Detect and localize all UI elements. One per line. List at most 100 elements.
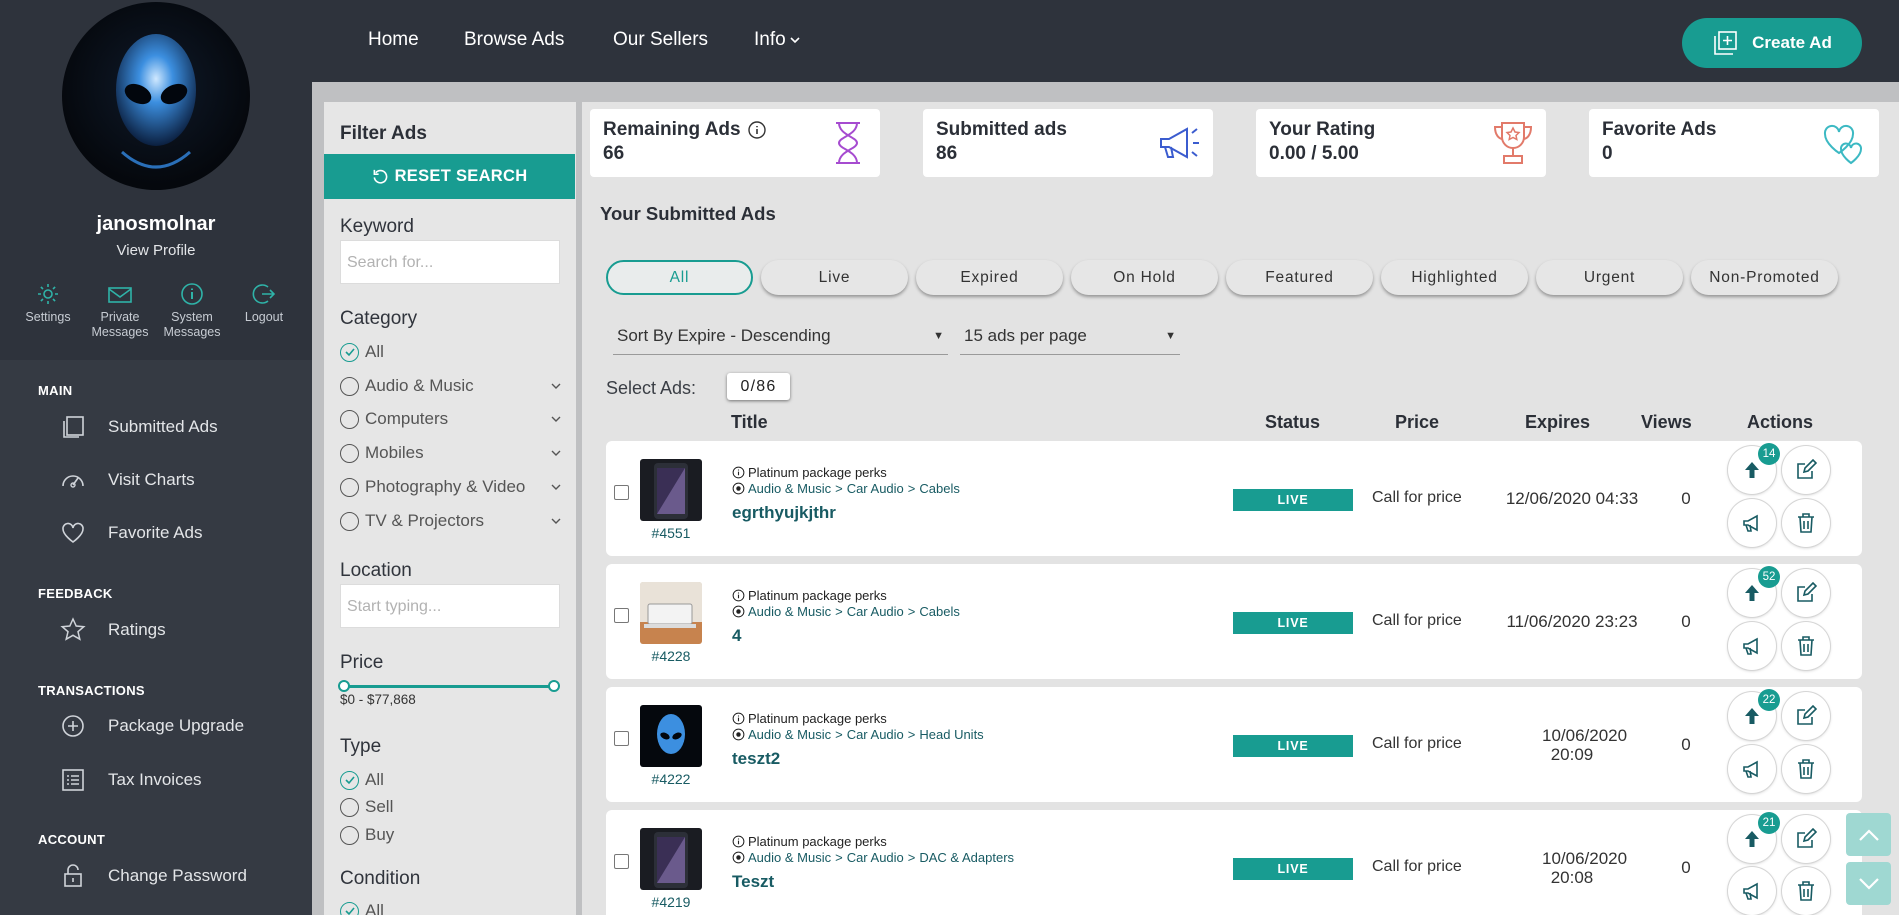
sidebar-item-label: Favorite Ads xyxy=(108,523,203,542)
price-slider-min-handle[interactable] xyxy=(338,680,350,692)
nav-our-sellers[interactable]: Our Sellers xyxy=(613,29,708,51)
ad-title-link[interactable]: teszt2 xyxy=(732,749,780,769)
tab-expired[interactable]: Expired xyxy=(916,260,1063,295)
package-perks-label: Platinum package perks xyxy=(748,465,887,480)
category-link[interactable]: Car Audio xyxy=(847,727,904,742)
delete-button[interactable] xyxy=(1782,867,1830,915)
chevron-down-icon[interactable] xyxy=(550,515,562,527)
ad-id[interactable]: #4228 xyxy=(640,648,702,664)
promote-button[interactable] xyxy=(1728,499,1776,547)
row-checkbox[interactable] xyxy=(614,731,629,746)
nav-info[interactable]: Info xyxy=(754,29,801,51)
edit-button[interactable] xyxy=(1782,446,1830,494)
chevron-down-icon[interactable] xyxy=(550,447,562,459)
logout-link[interactable]: Logout xyxy=(224,282,304,325)
keyword-input[interactable]: Search for... xyxy=(340,240,560,284)
delete-button[interactable] xyxy=(1782,745,1830,793)
sidebar-item-tax-invoices[interactable]: Tax Invoices xyxy=(60,765,202,795)
caret-down-icon: ▼ xyxy=(1165,330,1176,342)
category-all[interactable]: All xyxy=(340,341,562,363)
type-buy[interactable]: Buy xyxy=(340,824,562,846)
delete-button[interactable] xyxy=(1782,499,1830,547)
price-slider-max-handle[interactable] xyxy=(548,680,560,692)
per-page-select[interactable]: 15 ads per page ▼ xyxy=(960,322,1180,355)
ad-thumbnail[interactable] xyxy=(640,582,702,644)
category-link[interactable]: Cabels xyxy=(919,481,959,496)
tab-urgent[interactable]: Urgent xyxy=(1536,260,1683,295)
ad-title-link[interactable]: egrthyujkjthr xyxy=(732,503,836,523)
ad-title-link[interactable]: 4 xyxy=(732,626,741,646)
scroll-up-button[interactable] xyxy=(1846,813,1891,856)
category-link[interactable]: Cabels xyxy=(919,604,959,619)
location-input[interactable]: Start typing... xyxy=(340,584,560,628)
tab-featured[interactable]: Featured xyxy=(1226,260,1373,295)
favorite-ads-value: 0 xyxy=(1602,143,1613,164)
info-icon xyxy=(181,283,203,305)
nav-home[interactable]: Home xyxy=(368,29,419,51)
chevron-down-icon[interactable] xyxy=(550,481,562,493)
sidebar-item-ratings[interactable]: Ratings xyxy=(60,615,166,645)
tab-on-hold[interactable]: On Hold xyxy=(1071,260,1218,295)
promote-button[interactable] xyxy=(1728,745,1776,793)
ad-thumbnail[interactable] xyxy=(640,828,702,890)
delete-button[interactable] xyxy=(1782,622,1830,670)
price-slider-track[interactable] xyxy=(344,685,554,688)
ad-thumbnail[interactable] xyxy=(640,705,702,767)
category-link[interactable]: Car Audio xyxy=(847,481,904,496)
create-ad-button[interactable]: Create Ad xyxy=(1682,18,1862,68)
category-link[interactable]: Car Audio xyxy=(847,604,904,619)
ad-category-path: Audio & Music > Car Audio > Cabels xyxy=(732,604,960,619)
laptop-desk-image xyxy=(640,582,702,644)
edit-button[interactable] xyxy=(1782,569,1830,617)
category-link[interactable]: Audio & Music xyxy=(748,604,831,619)
category-link[interactable]: Audio & Music xyxy=(748,727,831,742)
type-sell[interactable]: Sell xyxy=(340,796,562,818)
row-checkbox[interactable] xyxy=(614,854,629,869)
sidebar-item-submitted-ads[interactable]: Submitted Ads xyxy=(60,412,218,442)
system-messages-link[interactable]: System Messages xyxy=(152,282,232,340)
sidebar-item-favorite-ads[interactable]: Favorite Ads xyxy=(60,518,203,548)
ad-thumbnail[interactable] xyxy=(640,459,702,521)
nav-browse-ads[interactable]: Browse Ads xyxy=(464,29,564,51)
category-link[interactable]: Head Units xyxy=(919,727,983,742)
category-photography-video[interactable]: Photography & Video xyxy=(340,476,562,498)
select-count-badge[interactable]: 0/86 xyxy=(727,373,790,400)
condition-all[interactable]: All xyxy=(340,900,562,915)
sidebar-item-package-upgrade[interactable]: Package Upgrade xyxy=(60,711,244,741)
ad-id[interactable]: #4222 xyxy=(640,771,702,787)
sidebar-item-visit-charts[interactable]: Visit Charts xyxy=(60,465,195,495)
tab-non-promoted[interactable]: Non-Promoted xyxy=(1691,260,1838,295)
row-checkbox[interactable] xyxy=(614,485,629,500)
chevron-down-icon[interactable] xyxy=(550,380,562,392)
tab-highlighted[interactable]: Highlighted xyxy=(1381,260,1528,295)
ad-title-link[interactable]: Teszt xyxy=(732,872,774,892)
edit-button[interactable] xyxy=(1782,815,1830,863)
scroll-down-button[interactable] xyxy=(1846,862,1891,905)
category-computers[interactable]: Computers xyxy=(340,408,562,430)
private-messages-link[interactable]: Private Messages xyxy=(80,282,160,340)
sidebar-item-change-password[interactable]: Change Password xyxy=(60,861,247,891)
type-all[interactable]: All xyxy=(340,769,562,791)
category-audio-music[interactable]: Audio & Music xyxy=(340,375,562,397)
sort-select[interactable]: Sort By Expire - Descending ▼ xyxy=(613,322,948,355)
edit-button[interactable] xyxy=(1782,692,1830,740)
ad-id[interactable]: #4219 xyxy=(640,894,702,910)
category-link[interactable]: Audio & Music xyxy=(748,481,831,496)
reset-search-button[interactable]: RESET SEARCH xyxy=(324,154,575,199)
view-profile-link[interactable]: View Profile xyxy=(0,242,312,259)
category-link[interactable]: Audio & Music xyxy=(748,850,831,865)
category-mobiles[interactable]: Mobiles xyxy=(340,442,562,464)
category-link[interactable]: DAC & Adapters xyxy=(919,850,1014,865)
tab-all[interactable]: All xyxy=(606,260,753,295)
info-icon[interactable] xyxy=(747,120,767,140)
category-tv-projectors[interactable]: TV & Projectors xyxy=(340,510,562,532)
settings-link[interactable]: Settings xyxy=(8,282,88,325)
promote-button[interactable] xyxy=(1728,867,1776,915)
avatar[interactable] xyxy=(62,2,250,190)
ad-id[interactable]: #4551 xyxy=(640,525,702,541)
category-link[interactable]: Car Audio xyxy=(847,850,904,865)
promote-button[interactable] xyxy=(1728,622,1776,670)
row-checkbox[interactable] xyxy=(614,608,629,623)
tab-live[interactable]: Live xyxy=(761,260,908,295)
chevron-down-icon[interactable] xyxy=(550,413,562,425)
